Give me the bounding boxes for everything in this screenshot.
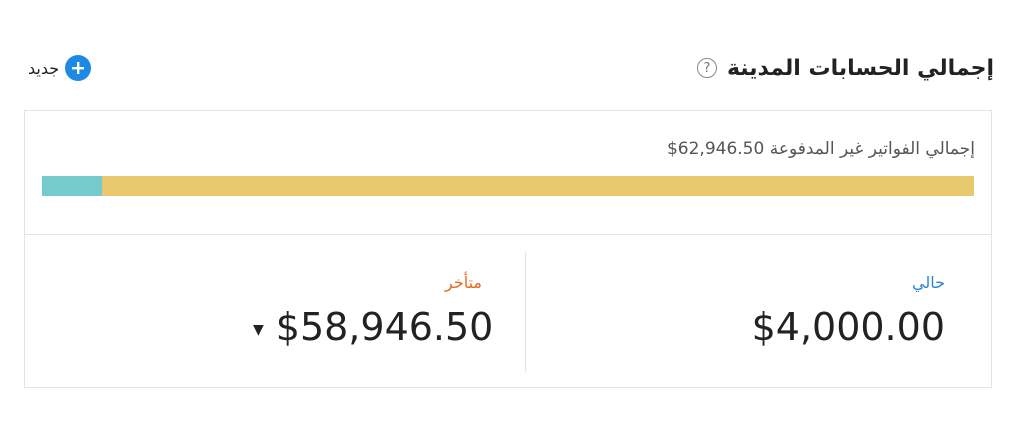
overdue-label: متأخر (445, 273, 482, 292)
new-button[interactable]: جديد (28, 55, 92, 81)
widget-title: إجمالي الحسابات المدينة (726, 55, 994, 81)
unpaid-invoices-text: إجمالي الفواتير غير المدفوعة $62,946.50 (667, 139, 975, 159)
overdue-dropdown[interactable]: ▼ $58,946.50 (253, 305, 493, 349)
question-circle-icon[interactable]: ? (696, 58, 717, 78)
bar-segment-current[interactable] (101, 176, 974, 196)
current-label: حالي (912, 273, 945, 292)
new-button-label: جديد (28, 58, 60, 78)
unpaid-invoices-amount: $62,946.50 (666, 139, 765, 159)
unpaid-invoices-section: إجمالي الفواتير غير المدفوعة $62,946.50 (25, 111, 991, 235)
stats-divider (525, 252, 526, 372)
widget-header: جديد ? إجمالي الحسابات المدينة (24, 46, 994, 90)
overdue-value: $58,946.50 (275, 305, 494, 349)
unpaid-invoices-label: إجمالي الفواتير غير المدفوعة (769, 139, 975, 159)
receivables-card: إجمالي الفواتير غير المدفوعة $62,946.50 … (24, 110, 992, 388)
current-value: $4,000.00 (751, 305, 945, 349)
receivables-stats: حالي $4,000.00 متأخر ▼ $58,946.50 (25, 235, 991, 387)
accounts-receivable-widget: جديد ? إجمالي الحسابات المدينة إجمالي ال… (0, 0, 1028, 422)
plus-circle-icon[interactable] (65, 55, 92, 81)
title-group: ? إجمالي الحسابات المدينة (696, 55, 994, 81)
receivables-bar (42, 176, 974, 196)
caret-down-icon[interactable]: ▼ (253, 322, 264, 338)
bar-segment-overdue[interactable] (42, 176, 102, 196)
